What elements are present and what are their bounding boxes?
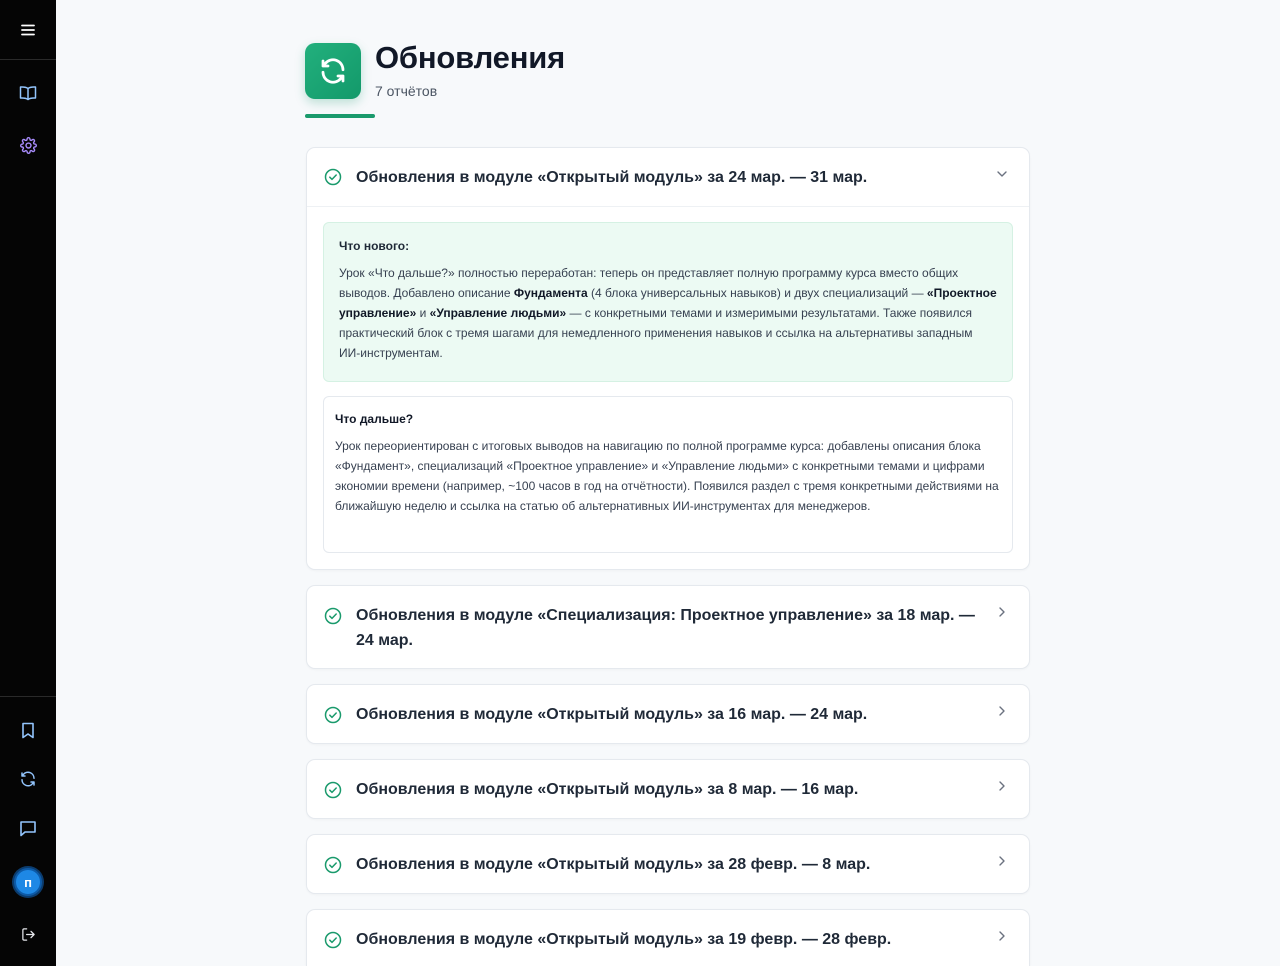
report-title: Обновления в модуле «Открытый модуль» за…: [356, 781, 859, 798]
check-circle-icon: [324, 931, 342, 949]
report-card[interactable]: Обновления в модуле «Открытый модуль» за…: [306, 684, 1030, 744]
gear-icon: [19, 136, 37, 154]
sidebar-item-chat[interactable]: [0, 808, 56, 848]
check-circle-icon: [324, 706, 342, 724]
report-card-header[interactable]: Обновления в модуле «Открытый модуль» за…: [307, 685, 1029, 745]
whats-new-heading: Что нового:: [339, 239, 410, 253]
sidebar-item-updates[interactable]: [0, 759, 56, 799]
page-title: Обновления: [375, 40, 565, 75]
whats-new-text: Урок «Что дальше?» полностью переработан…: [339, 266, 997, 360]
sidebar-divider: [0, 59, 56, 60]
bookmark-icon: [22, 722, 34, 738]
chevron-right-icon: [999, 781, 1005, 791]
report-count: 7 отчётов: [375, 83, 438, 99]
lesson-title: Что дальше?: [335, 412, 414, 426]
menu-button[interactable]: [0, 10, 56, 50]
report-title: Обновления в модуле «Открытый модуль» за…: [356, 706, 868, 723]
check-circle-icon: [324, 168, 342, 186]
report-title: Обновления в модуле «Открытый модуль» за…: [356, 169, 868, 186]
logout-icon: [21, 927, 35, 941]
sidebar-item-settings[interactable]: [0, 125, 56, 165]
sidebar-item-bookmarks[interactable]: [0, 710, 56, 750]
refresh-icon: [21, 771, 35, 787]
chevron-down-icon: [997, 171, 1007, 177]
lesson-description: Урок переориентирован с итоговых выводов…: [335, 439, 999, 513]
divider: [307, 206, 1029, 207]
report-card-header[interactable]: Обновления в модуле «Открытый модуль» за…: [307, 910, 1029, 966]
report-card[interactable]: Обновления в модуле «Открытый модуль» за…: [306, 909, 1030, 966]
chat-icon: [20, 820, 36, 836]
page-icon: [305, 43, 361, 99]
report-title: Обновления в модуле «Специализация: Прое…: [356, 607, 975, 649]
report-card: Обновления в модуле «Открытый модуль» за…: [306, 147, 1030, 570]
lesson-change-box: Что дальше? Урок переориентирован с итог…: [323, 396, 1013, 553]
report-title: Обновления в модуле «Открытый модуль» за…: [356, 856, 871, 873]
check-circle-icon: [324, 607, 342, 625]
whats-new-box: Что нового: Урок «Что дальше?» полностью…: [323, 222, 1013, 382]
report-title: Обновления в модуле «Открытый модуль» за…: [356, 931, 892, 948]
sidebar: п: [0, 0, 56, 966]
sidebar-item-courses[interactable]: [0, 73, 56, 113]
sidebar-divider: [0, 696, 56, 697]
chevron-right-icon: [999, 931, 1005, 941]
check-circle-icon: [324, 856, 342, 874]
chevron-right-icon: [999, 607, 1005, 617]
chevron-right-icon: [999, 706, 1005, 716]
report-card[interactable]: Обновления в модуле «Специализация: Прое…: [306, 585, 1030, 669]
menu-icon: [21, 24, 35, 36]
refresh-icon: [321, 58, 345, 84]
title-underline: [305, 114, 375, 118]
report-card-header[interactable]: Обновления в модуле «Открытый модуль» за…: [307, 835, 1029, 895]
book-icon: [19, 86, 37, 101]
report-card[interactable]: Обновления в модуле «Открытый модуль» за…: [306, 759, 1030, 819]
report-card-header[interactable]: Обновления в модуле «Открытый модуль» за…: [307, 148, 1029, 206]
chevron-right-icon: [999, 856, 1005, 866]
logout-button[interactable]: [0, 914, 56, 954]
report-card[interactable]: Обновления в модуле «Открытый модуль» за…: [306, 834, 1030, 894]
report-card-header[interactable]: Обновления в модуле «Открытый модуль» за…: [307, 760, 1029, 820]
check-circle-icon: [324, 781, 342, 799]
report-card-header[interactable]: Обновления в модуле «Специализация: Прое…: [307, 586, 1029, 670]
avatar[interactable]: п: [14, 868, 42, 896]
